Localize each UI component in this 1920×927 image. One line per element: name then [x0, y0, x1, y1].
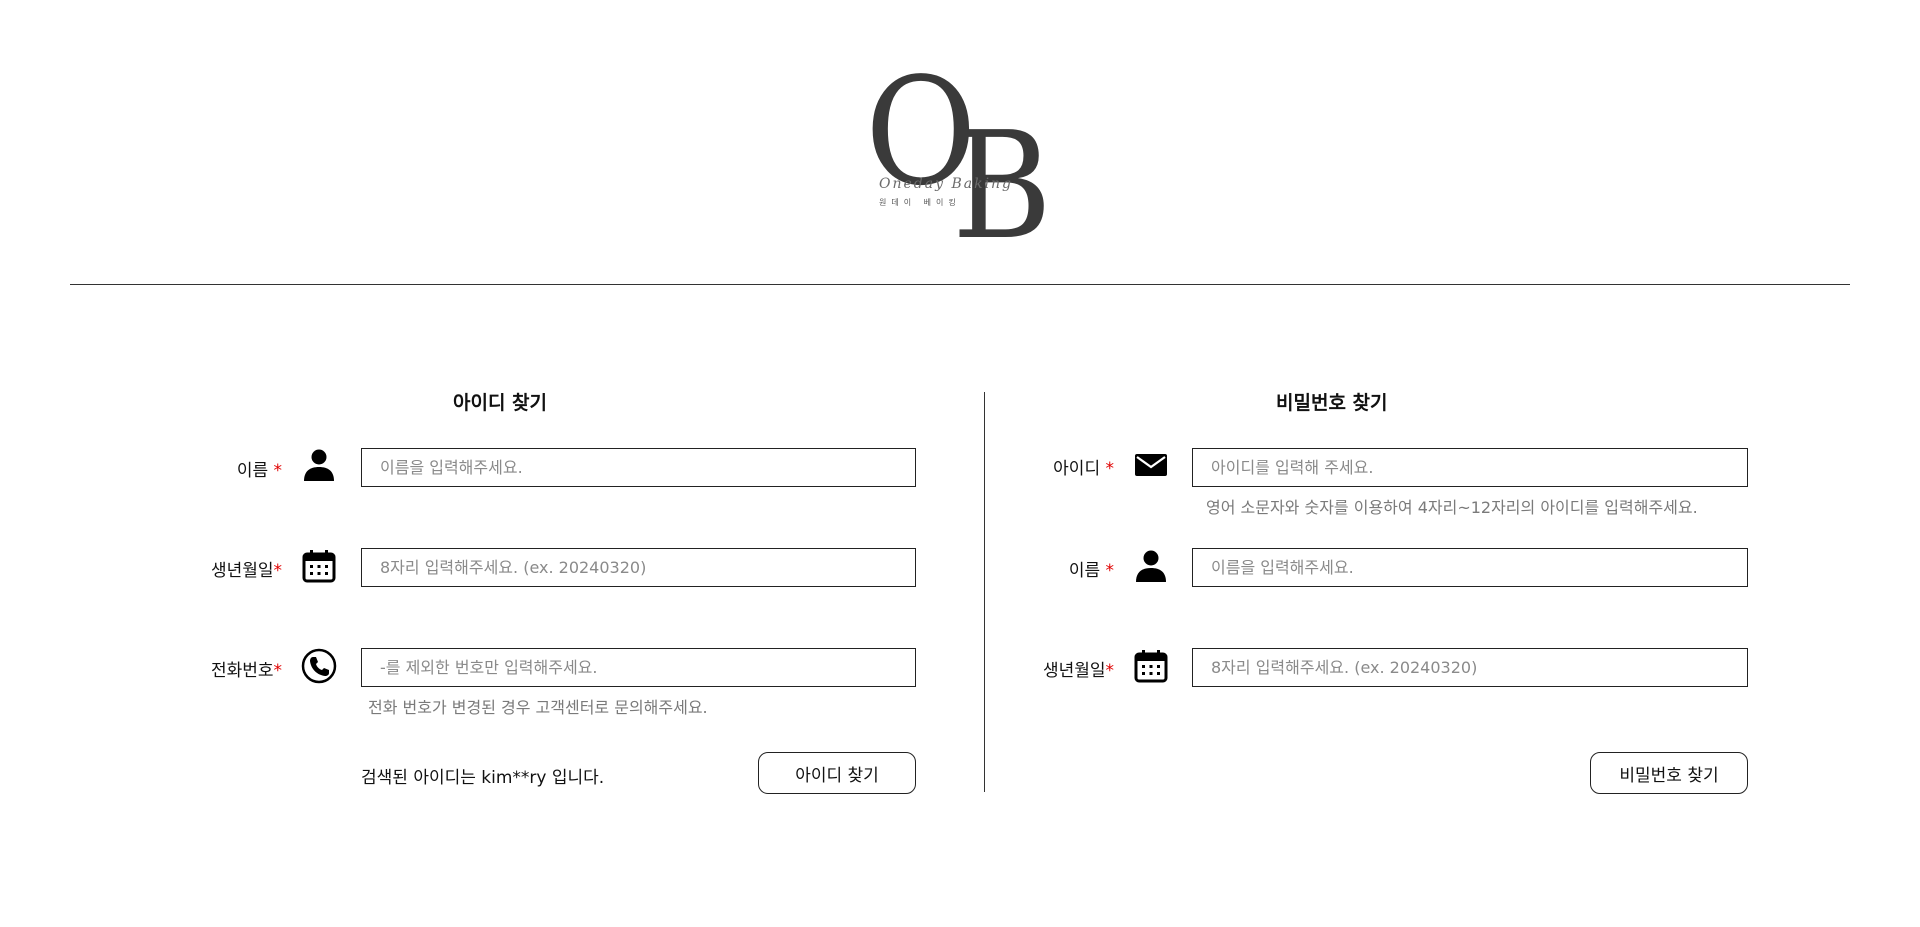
find-password-title: 비밀번호 찾기: [1276, 392, 1388, 414]
find-password-button[interactable]: 비밀번호 찾기: [1590, 752, 1748, 794]
logo-script-text: Oneday Baking: [879, 176, 1014, 192]
required-mark: *: [1105, 661, 1115, 681]
find-id-birthdate-input[interactable]: [361, 548, 916, 587]
section-divider: [984, 392, 985, 792]
required-mark: *: [273, 661, 283, 681]
calendar-icon: [1132, 647, 1170, 685]
find-id-phone-input[interactable]: [361, 648, 916, 687]
find-pw-name-input[interactable]: [1192, 548, 1748, 587]
find-pw-id-label: 아이디 *: [1053, 459, 1115, 479]
find-id-name-input[interactable]: [361, 448, 916, 487]
phone-icon: [300, 647, 338, 685]
find-account-page: O B Oneday Baking 원데이 베이킹 아이디 찾기 이름 * 생년…: [0, 0, 1920, 927]
find-id-phone-label: 전화번호*: [210, 661, 283, 681]
find-pw-id-input[interactable]: [1192, 448, 1748, 487]
phone-hint-text: 전화 번호가 변경된 경우 고객센터로 문의해주세요.: [368, 698, 708, 717]
find-id-button[interactable]: 아이디 찾기: [758, 752, 916, 794]
calendar-icon: [300, 547, 338, 585]
required-mark: *: [273, 561, 283, 581]
required-mark: *: [1105, 459, 1115, 479]
logo-hangul-text: 원데이 베이킹: [879, 198, 961, 207]
required-mark: *: [273, 461, 283, 481]
find-id-result-text: 검색된 아이디는 kim**ry 입니다.: [361, 768, 605, 788]
person-icon: [300, 446, 338, 484]
id-hint-text: 영어 소문자와 숫자를 이용하여 4자리~12자리의 아이디를 입력해주세요.: [1206, 498, 1698, 517]
oneday-baking-logo[interactable]: O B Oneday Baking 원데이 베이킹: [865, 58, 1052, 260]
find-id-title: 아이디 찾기: [453, 392, 548, 414]
person-icon: [1132, 547, 1170, 585]
find-pw-name-label: 이름 *: [1068, 561, 1115, 581]
find-id-birthdate-label: 생년월일*: [210, 561, 283, 581]
header-divider: [70, 284, 1850, 285]
envelope-icon: [1132, 446, 1170, 484]
find-pw-birthdate-input[interactable]: [1192, 648, 1748, 687]
find-id-name-label: 이름 *: [236, 461, 283, 481]
required-mark: *: [1105, 561, 1115, 581]
find-pw-birthdate-label: 생년월일*: [1042, 661, 1115, 681]
